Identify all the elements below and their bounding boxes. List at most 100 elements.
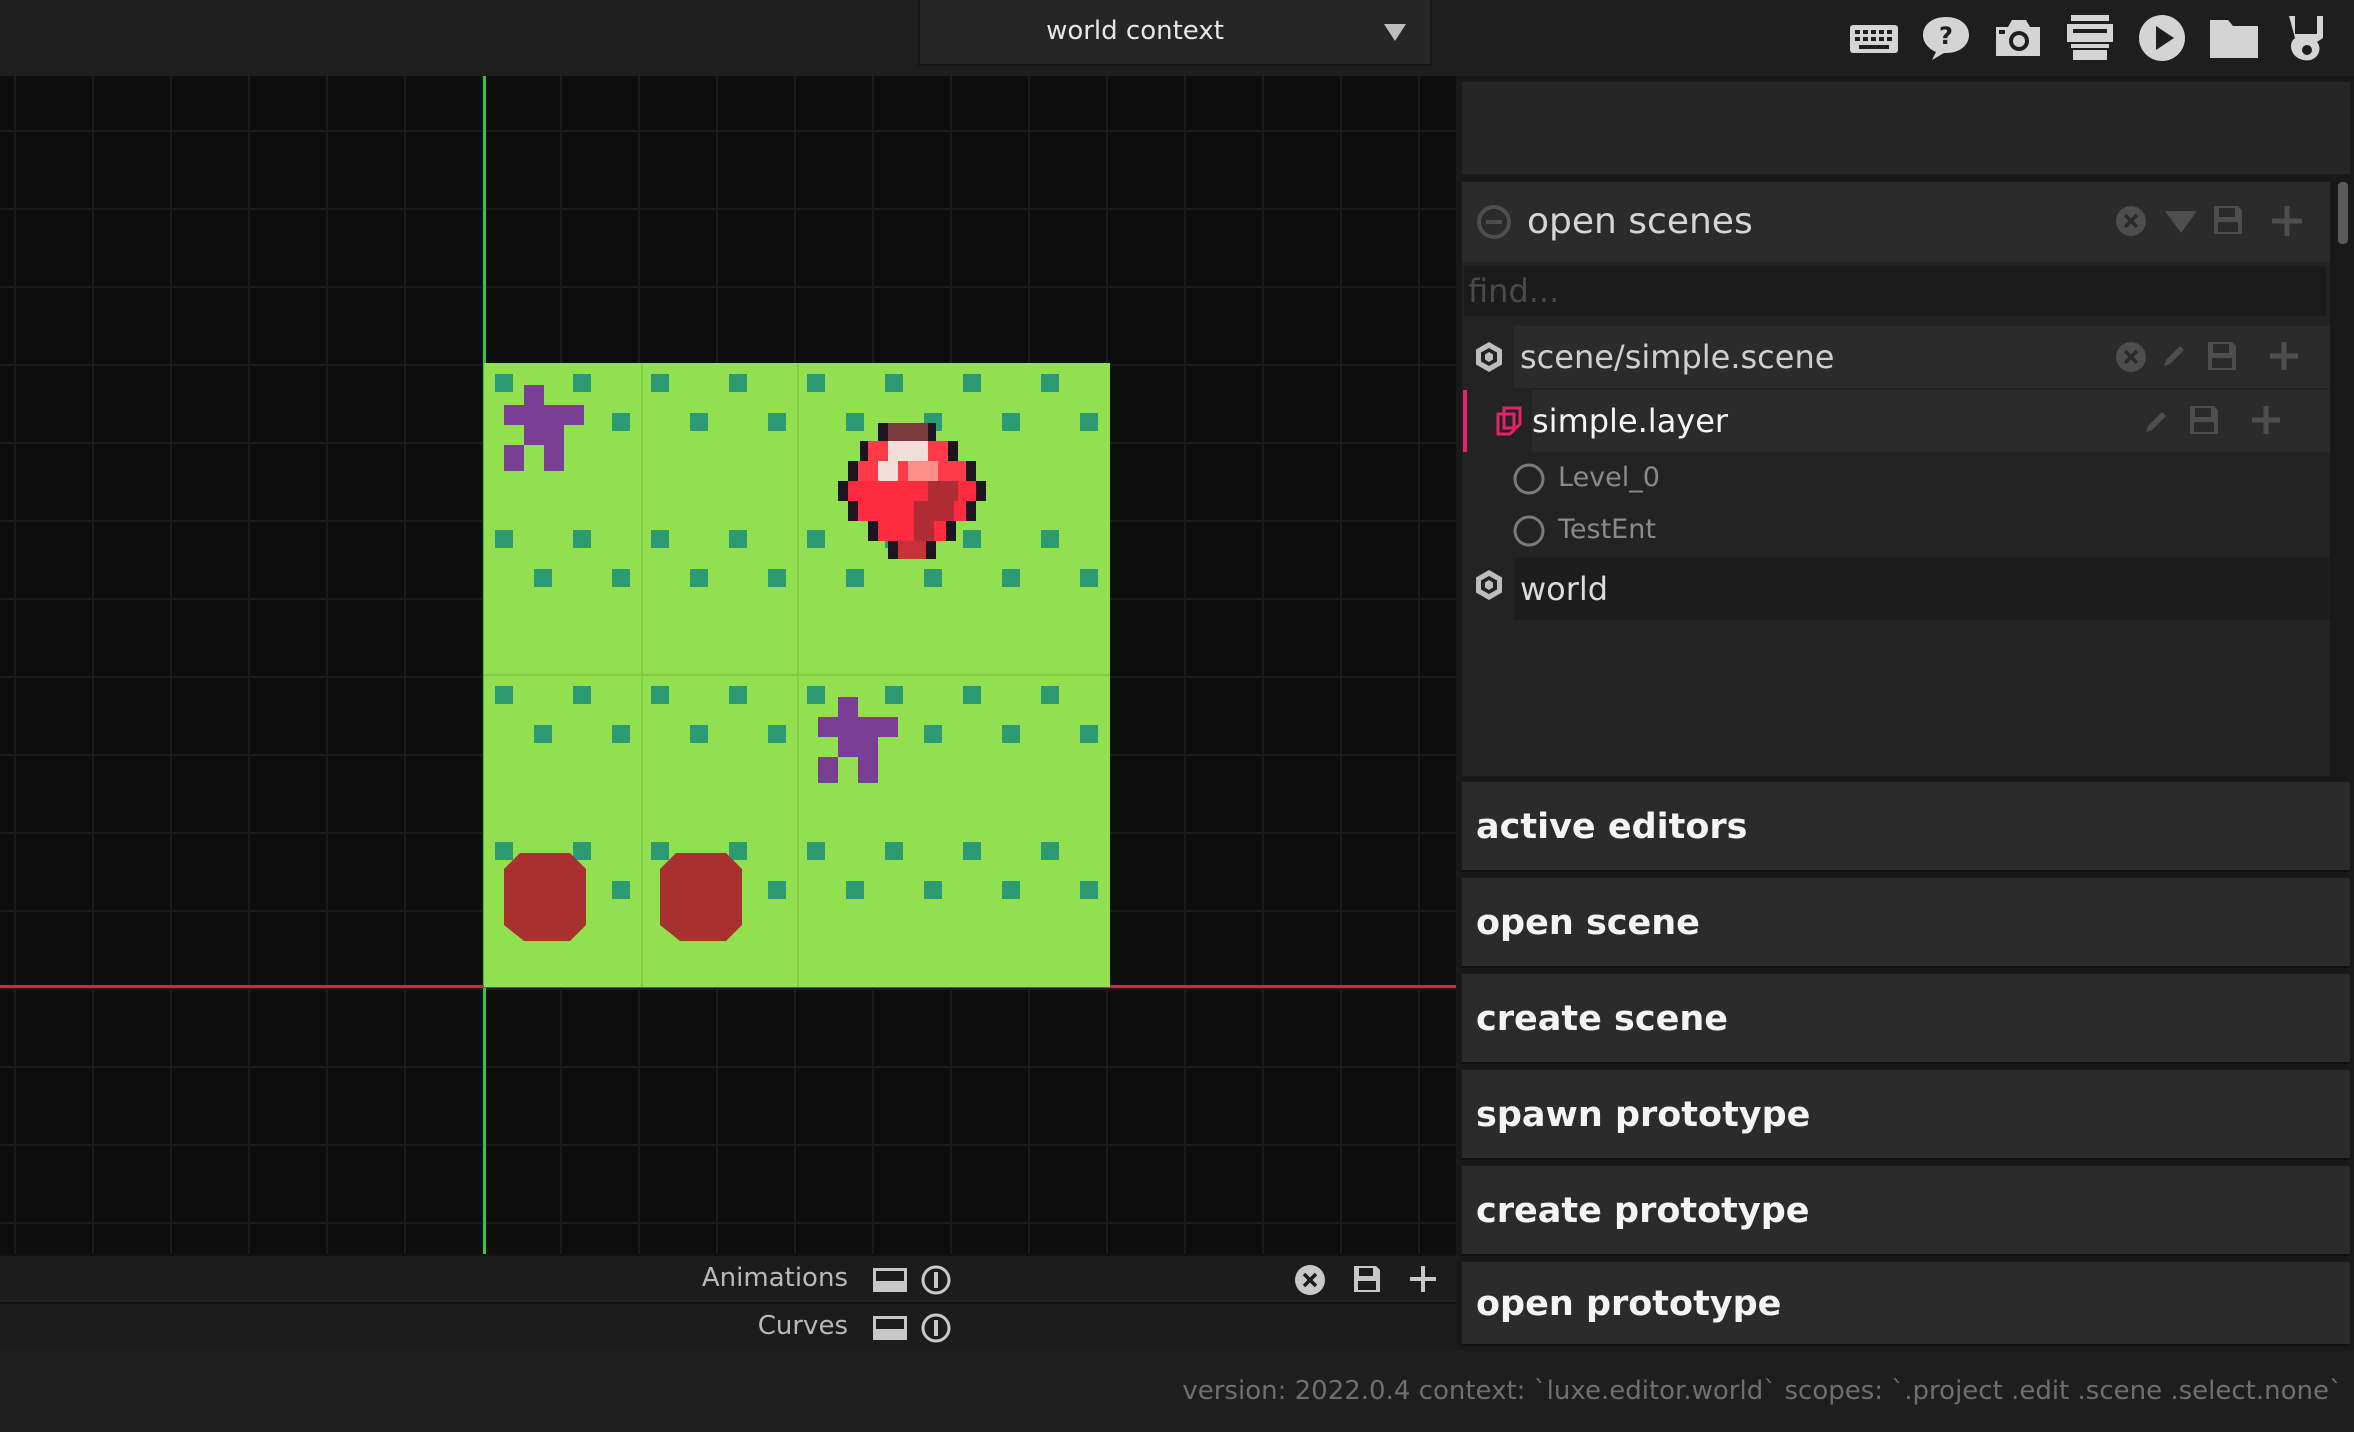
spawn-prototype-button[interactable]: spawn prototype bbox=[1462, 1070, 2350, 1160]
grass-dot bbox=[534, 725, 552, 743]
grass-dot bbox=[690, 725, 708, 743]
close-icon[interactable] bbox=[2114, 340, 2148, 374]
add-icon[interactable] bbox=[2268, 340, 2300, 372]
tree-item-label: scene/simple.scene bbox=[1520, 338, 1835, 376]
info-icon[interactable] bbox=[920, 1312, 952, 1344]
play-icon[interactable] bbox=[2132, 8, 2192, 68]
active-editors-button[interactable]: active editors bbox=[1462, 782, 2350, 872]
filter-icon[interactable] bbox=[2164, 210, 2198, 234]
grass-dot bbox=[1080, 881, 1098, 899]
grass-dot bbox=[1080, 725, 1098, 743]
tree-item-scene[interactable]: scene/simple.scene bbox=[1514, 326, 2330, 388]
chevron-down-icon bbox=[1384, 24, 1406, 41]
grass-dot bbox=[963, 374, 981, 392]
animations-track[interactable]: Animations bbox=[0, 1254, 1456, 1300]
grass-dot bbox=[768, 881, 786, 899]
grass-dot bbox=[1002, 569, 1020, 587]
edit-icon[interactable] bbox=[2142, 406, 2172, 436]
close-icon[interactable] bbox=[1294, 1264, 1326, 1296]
open-scene-button[interactable]: open scene bbox=[1462, 878, 2350, 968]
add-icon[interactable] bbox=[2250, 404, 2282, 436]
grass-dot bbox=[1041, 686, 1059, 704]
grass-dot bbox=[1002, 725, 1020, 743]
grass-dot bbox=[1080, 413, 1098, 431]
grass-dot bbox=[1041, 374, 1059, 392]
action-label: create prototype bbox=[1476, 1191, 1810, 1231]
scene-viewport[interactable] bbox=[0, 76, 1456, 1254]
entity-radio-icon[interactable] bbox=[1512, 462, 1546, 496]
tree-item-world[interactable]: world bbox=[1514, 558, 2330, 620]
grass-dot bbox=[612, 725, 630, 743]
scenes-scrollbar[interactable] bbox=[2338, 182, 2348, 244]
world-icon bbox=[1476, 570, 1502, 600]
action-label: spawn prototype bbox=[1476, 1095, 1811, 1135]
console-icon[interactable] bbox=[2060, 8, 2120, 68]
animations-label: Animations bbox=[701, 1263, 848, 1293]
save-icon[interactable] bbox=[1352, 1264, 1382, 1294]
grass-dot bbox=[729, 374, 747, 392]
grass-dot bbox=[963, 530, 981, 548]
grass-dot bbox=[885, 374, 903, 392]
curves-track[interactable]: Curves bbox=[0, 1302, 1456, 1348]
add-icon[interactable] bbox=[1408, 1264, 1438, 1294]
svg-text:?: ? bbox=[1939, 22, 1953, 50]
open-scenes-title: open scenes bbox=[1527, 201, 1753, 242]
camera-icon[interactable] bbox=[1988, 8, 2048, 68]
action-label: open prototype bbox=[1476, 1284, 1782, 1324]
grass-dot bbox=[963, 686, 981, 704]
grass-dot bbox=[573, 686, 591, 704]
grass-dot bbox=[612, 413, 630, 431]
context-dropdown[interactable]: world context bbox=[918, 0, 1432, 66]
grass-dot bbox=[1002, 413, 1020, 431]
grass-dot bbox=[924, 569, 942, 587]
tree-item-entity-level[interactable]: Level_0 bbox=[1558, 456, 1660, 500]
layer-active-indicator bbox=[1463, 390, 1467, 452]
grass-dot bbox=[573, 842, 591, 860]
grass-dot bbox=[924, 725, 942, 743]
context-dropdown-label: world context bbox=[1046, 16, 1224, 46]
tilemap-preview[interactable] bbox=[484, 363, 1110, 987]
grass-dot bbox=[807, 686, 825, 704]
save-icon[interactable] bbox=[2206, 340, 2238, 372]
add-icon[interactable] bbox=[2270, 204, 2304, 238]
grass-dot bbox=[768, 725, 786, 743]
collapse-icon[interactable] bbox=[1476, 204, 1512, 240]
create-scene-button[interactable]: create scene bbox=[1462, 974, 2350, 1064]
grass-dot bbox=[807, 842, 825, 860]
panel-toggle-icon[interactable] bbox=[872, 1266, 908, 1294]
status-text: version: 2022.0.4 context: `luxe.editor.… bbox=[1182, 1376, 2342, 1406]
panel-toggle-icon[interactable] bbox=[872, 1314, 908, 1342]
find-input[interactable]: find... bbox=[1464, 266, 2326, 316]
grass-dot bbox=[1002, 881, 1020, 899]
grass-dot bbox=[1041, 530, 1059, 548]
layer-icon bbox=[1496, 406, 1522, 436]
create-prototype-button[interactable]: create prototype bbox=[1462, 1166, 2350, 1256]
grass-dot bbox=[768, 413, 786, 431]
grass-dot bbox=[651, 530, 669, 548]
help-icon[interactable]: ? bbox=[1916, 8, 1976, 68]
tree-item-layer[interactable]: simple.layer bbox=[1532, 390, 2330, 452]
entity-radio-icon[interactable] bbox=[1512, 514, 1546, 548]
curves-label: Curves bbox=[757, 1311, 848, 1341]
folder-icon[interactable] bbox=[2204, 8, 2264, 68]
grass-dot bbox=[885, 842, 903, 860]
grass-dot bbox=[729, 842, 747, 860]
save-icon[interactable] bbox=[2188, 404, 2220, 436]
close-icon[interactable] bbox=[2114, 204, 2148, 238]
grass-dot bbox=[846, 413, 864, 431]
keyboard-icon[interactable] bbox=[1844, 8, 1904, 68]
edit-icon[interactable] bbox=[2160, 340, 2190, 370]
grass-dot bbox=[1080, 569, 1098, 587]
grass-dot bbox=[963, 842, 981, 860]
info-icon[interactable] bbox=[920, 1264, 952, 1296]
grass-dot bbox=[807, 530, 825, 548]
luxe-logo-icon[interactable] bbox=[2276, 8, 2336, 68]
open-prototype-button[interactable]: open prototype bbox=[1462, 1262, 2350, 1346]
tree-item-entity-testent[interactable]: TestEnt bbox=[1558, 508, 1656, 552]
save-icon[interactable] bbox=[2212, 204, 2244, 236]
grass-dot bbox=[651, 842, 669, 860]
grass-dot bbox=[495, 842, 513, 860]
open-scenes-header[interactable]: open scenes bbox=[1462, 182, 2330, 262]
grass-dot bbox=[495, 374, 513, 392]
grass-dot bbox=[1041, 842, 1059, 860]
